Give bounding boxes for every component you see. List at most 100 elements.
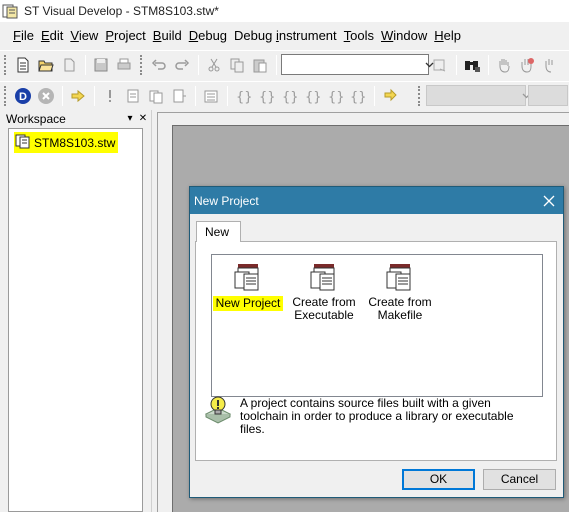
- dialog-title: New Project: [194, 193, 259, 208]
- step-over-icon[interactable]: {}: [255, 85, 277, 107]
- svg-text:{}: {}: [259, 90, 274, 104]
- svg-text:{}: {}: [305, 90, 320, 104]
- workspace-tree[interactable]: STM8S103.stw: [8, 128, 143, 512]
- target-combobox[interactable]: [426, 85, 531, 106]
- separator: [198, 54, 199, 75]
- undo-icon[interactable]: [148, 54, 170, 76]
- menu-item[interactable]: Tools: [341, 28, 377, 43]
- menu-item[interactable]: View: [67, 28, 101, 43]
- description-text: A project contains source files built wi…: [240, 396, 514, 436]
- window-title: ST Visual Develop - STM8S103.stw*: [24, 4, 219, 18]
- rebuild-icon[interactable]: [168, 85, 190, 107]
- separator: [227, 85, 228, 106]
- compile-icon[interactable]: [122, 85, 144, 107]
- tree-item-workspace[interactable]: STM8S103.stw: [14, 132, 119, 153]
- menu-label: elp: [443, 27, 462, 43]
- close-icon[interactable]: ✕: [137, 113, 149, 125]
- standard-toolbar: [0, 50, 569, 78]
- start-debug-icon[interactable]: D: [12, 85, 34, 107]
- exclamation-icon[interactable]: [99, 85, 121, 107]
- step-over-asm-icon[interactable]: {}: [347, 85, 369, 107]
- panel-splitter[interactable]: [151, 110, 156, 512]
- menu-label-prefix: Debug: [234, 27, 276, 43]
- toolbar-grip[interactable]: [4, 54, 8, 75]
- configuration-combobox[interactable]: [528, 85, 568, 106]
- menu-item[interactable]: Window: [378, 28, 430, 43]
- open-folder-icon[interactable]: [35, 54, 57, 76]
- separator: [374, 85, 375, 106]
- new-file-icon[interactable]: [12, 54, 34, 76]
- menu-label: roject: [114, 27, 146, 43]
- tab-new[interactable]: New: [196, 221, 241, 242]
- menu-label: iew: [78, 27, 99, 43]
- menu-item[interactable]: Edit: [38, 28, 66, 43]
- svg-text:{}: {}: [350, 90, 367, 104]
- stop-debug-icon[interactable]: [35, 85, 57, 107]
- find-binoculars-icon[interactable]: [461, 54, 483, 76]
- reset-icon[interactable]: [379, 85, 401, 107]
- menu-item[interactable]: Debug instrument: [231, 28, 340, 43]
- svg-text:{}: {}: [328, 90, 343, 104]
- toolbar-grip[interactable]: [4, 85, 8, 106]
- menu-bar: File Edit View Project Build Debug Debug instr…: [0, 24, 569, 46]
- stvd-app-icon: [2, 3, 18, 19]
- list-item-label: Create from Makefile: [368, 295, 432, 322]
- find-combobox[interactable]: [281, 54, 434, 75]
- menu-item[interactable]: Project: [102, 28, 148, 43]
- run-to-cursor-icon[interactable]: {}: [301, 85, 323, 107]
- workspace-panel: Workspace ▾ ✕ STM8S103.stw: [0, 110, 151, 512]
- step-out-icon[interactable]: {}: [278, 85, 300, 107]
- disassembly-icon[interactable]: [200, 85, 222, 107]
- menu-label: indow: [393, 27, 428, 43]
- executable-project-icon: [308, 260, 340, 292]
- build-icon[interactable]: [145, 85, 167, 107]
- hand-icon[interactable]: [493, 54, 515, 76]
- workspace-file-icon: [15, 133, 31, 152]
- lightbulb-info-icon: [204, 394, 232, 428]
- menu-accelerator: D: [188, 27, 199, 43]
- svg-text:{}: {}: [282, 90, 297, 104]
- dialog-title-bar[interactable]: New Project: [190, 187, 563, 214]
- menu-accelerator: W: [381, 27, 394, 43]
- menu-accelerator: E: [40, 27, 50, 43]
- menu-label: dit: [49, 27, 64, 43]
- go-arrow-icon[interactable]: [67, 85, 89, 107]
- new-project-dialog: New Project New New Project Create from …: [189, 186, 564, 498]
- list-item-new-project[interactable]: New Project: [212, 260, 284, 311]
- tab-panel: New Project Create from Executable Creat…: [195, 241, 557, 461]
- separator: [62, 85, 63, 106]
- dialog-close-icon[interactable]: [535, 187, 563, 214]
- cancel-button[interactable]: Cancel: [483, 469, 556, 490]
- separator: [94, 85, 95, 106]
- separator: [456, 54, 457, 75]
- menu-label: ools: [350, 27, 375, 43]
- copy-icon[interactable]: [226, 54, 248, 76]
- workspace-header: Workspace ▾ ✕: [2, 111, 149, 127]
- cut-icon[interactable]: [203, 54, 225, 76]
- redo-icon[interactable]: [171, 54, 193, 76]
- title-bar: ST Visual Develop - STM8S103.stw*: [0, 0, 569, 22]
- panel-menu-icon[interactable]: ▾: [124, 113, 136, 125]
- project-type-list[interactable]: New Project Create from Executable Creat…: [211, 254, 543, 397]
- list-item-create-from-executable[interactable]: Create from Executable: [288, 260, 360, 322]
- step-asm-icon[interactable]: {}: [324, 85, 346, 107]
- svg-text:D: D: [19, 91, 27, 103]
- debug-toolbar: D {} {} {} {} {} {}: [0, 81, 569, 109]
- save-icon[interactable]: [90, 54, 112, 76]
- ok-button[interactable]: OK: [402, 469, 475, 490]
- hand-alt-icon[interactable]: [539, 54, 561, 76]
- print-icon[interactable]: [113, 54, 135, 76]
- menu-item[interactable]: Debug: [186, 28, 230, 43]
- toolbar-grip[interactable]: [418, 85, 422, 106]
- menu-item[interactable]: File: [10, 28, 37, 43]
- list-item-create-from-makefile[interactable]: Create from Makefile: [364, 260, 436, 322]
- toolbar-grip[interactable]: [140, 54, 144, 75]
- menu-item[interactable]: Help: [431, 28, 464, 43]
- separator: [488, 54, 489, 75]
- step-into-icon[interactable]: {}: [232, 85, 254, 107]
- menu-item[interactable]: Build: [150, 28, 185, 43]
- paste-icon[interactable]: [249, 54, 271, 76]
- breakpoint-icon[interactable]: [516, 54, 538, 76]
- separator: [276, 54, 277, 75]
- close-file-icon[interactable]: [58, 54, 80, 76]
